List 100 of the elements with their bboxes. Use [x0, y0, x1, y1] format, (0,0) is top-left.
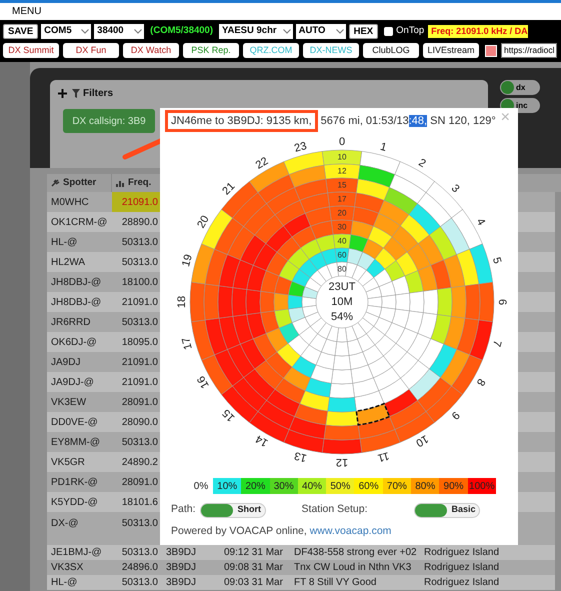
table-cell-text: 50313.0 [120, 576, 159, 590]
legend-label: 0% [192, 480, 210, 494]
hour-label: 9 [448, 408, 462, 422]
hour-label: 22 [254, 155, 270, 172]
hour-label: 6 [496, 298, 508, 306]
menu-button[interactable]: MENU [12, 4, 42, 19]
hour-label: 23 [293, 140, 308, 155]
filter-chip[interactable]: DX callsign: 3B9 [63, 109, 155, 133]
table-cell-text: 28091.0 [120, 476, 159, 490]
ring-label: 60 [338, 250, 346, 260]
toggle-switch[interactable]: Basic [414, 502, 480, 518]
table-cell-text: 18101.6 [120, 496, 159, 510]
table-cell-text: VK3SX [50, 561, 84, 575]
legend-swatch: 70% [382, 478, 412, 494]
center-label: 10M [331, 296, 353, 308]
table-cell-text: 50313.0 [120, 517, 159, 531]
table-cell-text: JE1BMJ-@ [50, 546, 103, 560]
ring-label: 30 [338, 222, 346, 232]
table-cell-text: Rodriguez Island [423, 561, 500, 575]
table-cell-text: JH8DBJ-@ [50, 296, 102, 310]
legend-swatch: 80% [411, 478, 440, 494]
table-cell-text: 28091.0 [120, 396, 159, 410]
toggle-switch[interactable]: dx [500, 80, 540, 95]
table-cell-text: OK6DJ-@ [50, 336, 98, 350]
center-label: 23UT [328, 281, 356, 293]
checkbox-label: OnTop [396, 24, 424, 38]
url-field[interactable]: https://radiocl [501, 43, 557, 58]
table-cell-text: 24890.2 [120, 456, 159, 470]
hour-label: 8 [474, 376, 488, 388]
hour-label: 20 [195, 214, 212, 230]
table-cell-text: 50313.0 [120, 546, 159, 560]
legend-swatch: 10% [213, 478, 242, 494]
legend-swatch: 60% [354, 478, 383, 494]
table-cell-text: 21091.0 [120, 376, 159, 390]
table-cell-text: OK1CRM-@ [50, 216, 108, 230]
table-cell-text: 18095.0 [120, 336, 159, 350]
dropdown[interactable]: COM5 [41, 24, 92, 39]
table-cell-text: DX-@ [50, 517, 80, 531]
table-cell-text: 3B9DJ [165, 561, 198, 575]
hour-label: 2 [416, 156, 428, 170]
toolbar-button[interactable]: SAVE [3, 24, 38, 39]
antenna-icon [51, 179, 60, 187]
table-cell-text: JH8DBJ-@ [50, 276, 102, 290]
dropdown[interactable]: 38400 [94, 24, 144, 39]
table-cell-text: JR6RRD [50, 316, 92, 330]
ring-label: 17 [338, 194, 346, 204]
color-swatch[interactable] [485, 44, 497, 56]
table-cell-text: Rodriguez Island [423, 576, 500, 590]
chevron-icon [134, 29, 142, 34]
hour-label: 16 [195, 374, 212, 390]
bars-icon [116, 179, 125, 187]
link-button[interactable]: DX Fun [63, 43, 119, 58]
selection-outline [356, 402, 390, 426]
link-button[interactable]: PSK Rep. [183, 43, 239, 58]
hour-label: 1 [378, 140, 388, 154]
table-cell-text: JA9DJ-@ [50, 376, 95, 390]
ring-label: 15 [338, 180, 346, 190]
table-cell-text: HL-@ [50, 236, 78, 250]
table-cell-text: DF438-558 strong ever +02 [293, 546, 418, 560]
table-cell-text: JA9DJ [50, 356, 82, 370]
table-cell-text: 3B9DJ [165, 576, 198, 590]
table-cell-text: K5YDD-@ [50, 496, 99, 510]
hour-label: 12 [336, 456, 348, 468]
table-cell-text: Rodriguez Island [423, 546, 500, 560]
voacap-link[interactable]: www.voacap.com [310, 525, 392, 537]
table-cell-text: 21091.0 [120, 356, 159, 370]
table-cell-text: 09:08 31 Mar [223, 561, 284, 575]
table-cell-text: 28890.0 [120, 216, 159, 230]
table-cell-text: EY8MM-@ [50, 436, 102, 450]
center-label: 54% [330, 311, 354, 323]
hour-label: 10 [414, 432, 430, 449]
hour-label: 11 [376, 449, 390, 464]
toolbar-button[interactable]: HEX [348, 24, 378, 39]
table-cell-text: 21091.0 [120, 296, 159, 310]
table-cell-text: 09:12 31 Mar [223, 546, 284, 560]
table-cell-text: 50313.0 [120, 256, 159, 270]
checkbox[interactable] [384, 27, 394, 36]
ring-label: 12 [338, 166, 346, 176]
table-cell-text: 50313.0 [120, 436, 159, 450]
link-button[interactable]: DX Summit [3, 43, 59, 58]
table-cell-text: HL2WA [50, 256, 86, 270]
hour-label: 5 [490, 256, 504, 266]
hour-label: 19 [180, 253, 195, 268]
plus-icon[interactable] [58, 89, 67, 98]
link-button[interactable]: DX Watch [123, 43, 179, 58]
frequency-readout: Freq: 21091.0 kHz / DA [428, 25, 528, 38]
dropdown[interactable]: AUTO [296, 24, 346, 39]
table-cell-text: VK3EW [50, 396, 88, 410]
legend-swatch: 90% [439, 478, 468, 494]
link-button[interactable]: ClubLOG [363, 43, 419, 58]
table-cell-text: 50313.0 [120, 236, 159, 250]
table-cell-text: FT 8 Still VY Good [293, 576, 378, 590]
link-button[interactable]: LIVEstream [423, 43, 479, 58]
hour-label: 7 [490, 338, 504, 348]
hour-label: 15 [220, 406, 238, 424]
hour-label: 4 [474, 216, 488, 228]
dropdown[interactable]: YAESU 9chr [219, 24, 293, 39]
table-cell-text: 3B9DJ [165, 546, 198, 560]
footer-text: Powered by VOACAP online, www.voacap.com [171, 524, 392, 539]
toggle-switch[interactable]: Short [200, 502, 266, 518]
